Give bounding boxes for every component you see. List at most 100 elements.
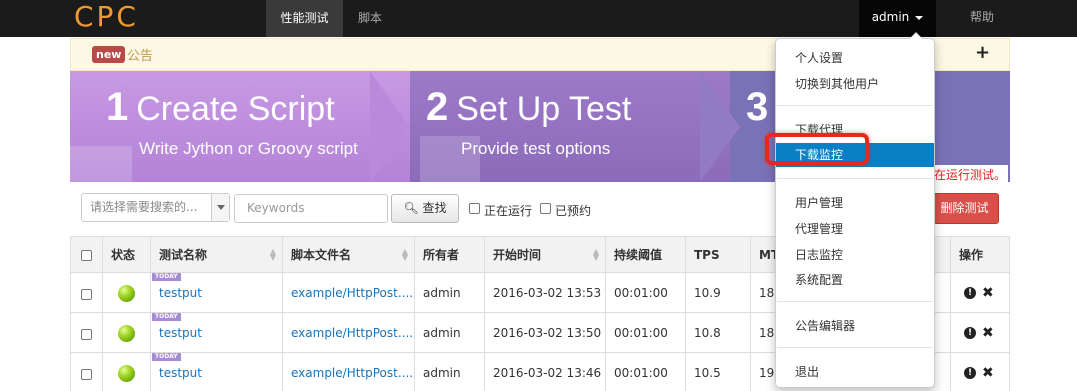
highlight-annotation: [765, 133, 869, 165]
running-checkbox[interactable]: [469, 203, 480, 214]
menu-item-announcement-editor[interactable]: 公告编辑器: [776, 314, 934, 338]
row-checkbox[interactable]: [81, 329, 92, 340]
select-placeholder: 请选择需要搜索的...: [90, 200, 198, 214]
duration-cell: 00:01:00: [605, 353, 685, 391]
test-name-link[interactable]: testput: [159, 366, 202, 380]
menu-divider: [777, 301, 933, 302]
find-button[interactable]: 🔍︎ 查找: [391, 194, 459, 223]
step-1-title: 1 Create Script: [106, 85, 335, 129]
step-2-title: 2 Set Up Test: [426, 85, 632, 129]
script-link[interactable]: example/HttpPost....: [291, 366, 413, 380]
running-label: 正在运行: [484, 204, 533, 218]
search-icon: 🔍︎: [403, 201, 419, 215]
tps-cell: 10.5: [685, 353, 750, 391]
today-badge: TODAY: [152, 353, 181, 361]
scheduled-label: 已预约: [555, 204, 592, 218]
keyword-input[interactable]: Keywords: [234, 194, 388, 223]
menu-item-switch-user[interactable]: 切换到其他用户: [776, 72, 934, 96]
row-select-cell: [71, 313, 102, 353]
row-select-cell: [71, 273, 102, 313]
search-field-select[interactable]: 请选择需要搜索的...: [81, 193, 230, 222]
chevron-down-icon: [211, 194, 229, 221]
sort-icon: ▲ ▼: [592, 247, 599, 262]
col-actions: 操作: [950, 237, 1009, 273]
status-ok-icon: [118, 325, 135, 342]
user-name: admin: [871, 10, 910, 24]
announcement-label[interactable]: 公告: [127, 45, 153, 64]
today-badge: TODAY: [152, 273, 181, 281]
actions-cell: ! ✖: [950, 353, 1009, 391]
step-2-subtitle: Provide test options: [461, 139, 611, 158]
find-label: 查找: [422, 201, 447, 215]
test-name-cell: TODAY testput: [150, 353, 282, 391]
test-name-link[interactable]: testput: [159, 286, 202, 300]
banner-arrow-2: [700, 71, 740, 182]
plus-icon[interactable]: +: [975, 42, 990, 63]
status-cell: [102, 353, 150, 391]
start-time-cell: 2016-03-02 13:53: [484, 273, 605, 313]
delete-test-button[interactable]: 删除测试: [930, 193, 999, 224]
owner-cell: admin: [414, 273, 484, 313]
col-status[interactable]: 状态: [102, 237, 150, 273]
col-start-time[interactable]: 开始时间 ▲ ▼: [484, 237, 605, 273]
menu-item-user-management[interactable]: 用户管理: [776, 191, 934, 215]
info-icon[interactable]: !: [964, 287, 976, 299]
col-tps[interactable]: TPS: [685, 237, 750, 273]
select-all-checkbox[interactable]: [81, 250, 92, 261]
menu-divider: [777, 178, 933, 179]
row-checkbox[interactable]: [81, 369, 92, 380]
row-checkbox[interactable]: [81, 289, 92, 300]
menu-divider: [777, 105, 933, 106]
test-name-link[interactable]: testput: [159, 326, 202, 340]
col-duration[interactable]: 持续阈值: [605, 237, 685, 273]
script-cell: example/HttpPost....: [282, 313, 414, 353]
tab-performance-test[interactable]: 性能测试: [266, 0, 343, 37]
owner-cell: admin: [414, 313, 484, 353]
step-3-title: 3: [746, 85, 769, 129]
menu-item-system-config[interactable]: 系统配置: [776, 268, 934, 292]
sort-icon: ▲ ▼: [269, 247, 276, 262]
scheduled-checkbox[interactable]: [540, 203, 551, 214]
row-select-cell: [71, 353, 102, 391]
status-ok-icon: [118, 365, 135, 382]
script-cell: example/HttpPost....: [282, 353, 414, 391]
menu-item-logout[interactable]: 退出: [776, 360, 934, 384]
running-test-note: 在运行测试。: [932, 165, 1009, 184]
duration-cell: 00:01:00: [605, 313, 685, 353]
app-logo[interactable]: CPC: [74, 0, 139, 37]
user-menu-toggle[interactable]: admin: [859, 0, 936, 37]
menu-item-log-monitor[interactable]: 日志监控: [776, 243, 934, 267]
banner-decoration: [70, 146, 132, 182]
actions-cell: ! ✖: [950, 313, 1009, 353]
start-time-cell: 2016-03-02 13:46: [484, 353, 605, 391]
caret-down-icon: [915, 15, 924, 20]
test-name-cell: TODAY testput: [150, 313, 282, 353]
script-link[interactable]: example/HttpPost....: [291, 286, 413, 300]
sort-icon: ▲ ▼: [401, 247, 408, 262]
script-link[interactable]: example/HttpPost....: [291, 326, 413, 340]
delete-icon[interactable]: ✖: [982, 273, 994, 313]
tps-cell: 10.9: [685, 273, 750, 313]
help-link[interactable]: 帮助: [970, 0, 994, 37]
tab-script[interactable]: 脚本: [343, 0, 397, 37]
delete-icon[interactable]: ✖: [982, 353, 994, 391]
step-1-subtitle: Write Jython or Groovy script: [139, 139, 358, 158]
col-owner[interactable]: 所有者: [414, 237, 484, 273]
start-time-cell: 2016-03-02 13:50: [484, 313, 605, 353]
new-badge: new: [92, 46, 126, 63]
delete-icon[interactable]: ✖: [982, 313, 994, 353]
select-all-cell: [71, 237, 102, 273]
actions-cell: ! ✖: [950, 273, 1009, 313]
menu-item-personal-settings[interactable]: 个人设置: [776, 46, 934, 70]
menu-item-agent-management[interactable]: 代理管理: [776, 217, 934, 241]
col-test-name[interactable]: 测试名称 ▲ ▼: [150, 237, 282, 273]
user-dropdown-menu: 个人设置 切换到其他用户 下载代理 下载监控 用户管理 代理管理 日志监控 系统…: [775, 32, 935, 388]
today-badge: TODAY: [152, 313, 181, 321]
menu-divider: [777, 347, 933, 348]
test-name-cell: TODAY testput: [150, 273, 282, 313]
col-script-file[interactable]: 脚本文件名 ▲ ▼: [282, 237, 414, 273]
owner-cell: admin: [414, 353, 484, 391]
banner-arrow-1: [370, 71, 410, 182]
info-icon[interactable]: !: [964, 327, 976, 339]
info-icon[interactable]: !: [964, 367, 976, 379]
